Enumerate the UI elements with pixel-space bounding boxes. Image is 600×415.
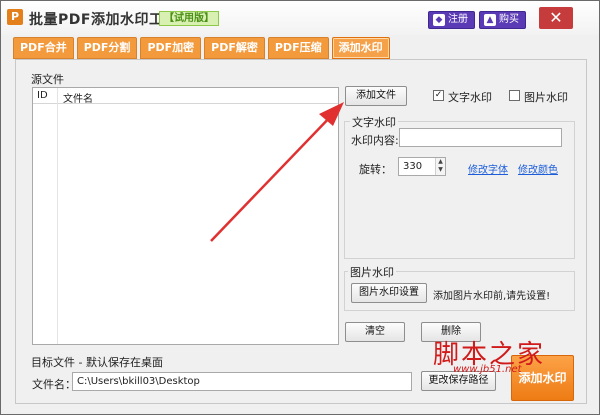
annotation-arrow-icon <box>210 102 344 242</box>
app-window: P 批量PDF添加水印工具 【试用版】 ◆ 注册 ▲ 购买 ✕ PDF合并 PD… <box>0 0 600 415</box>
